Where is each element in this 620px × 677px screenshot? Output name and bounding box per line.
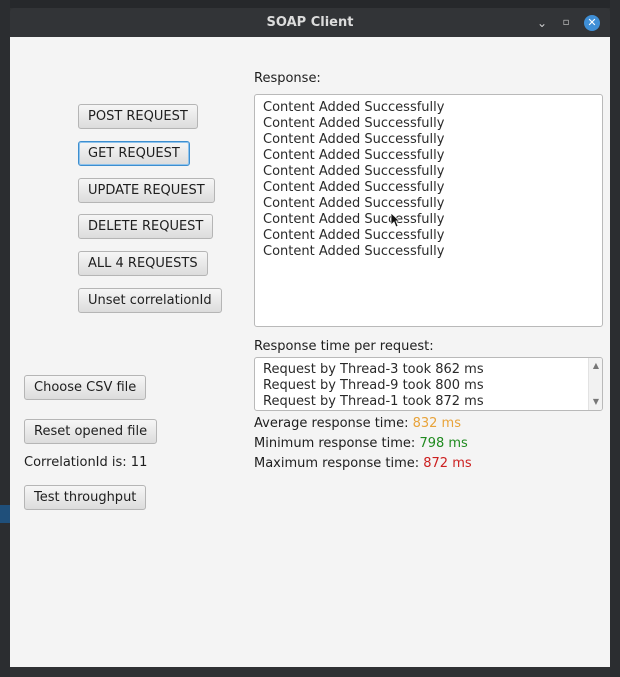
reset-file-button[interactable]: Reset opened file [24, 419, 158, 444]
timing-label: Response time per request: [254, 339, 434, 354]
maximum-time-row: Maximum response time: 872 ms [254, 456, 472, 471]
test-throughput-button[interactable]: Test throughput [24, 485, 147, 510]
minimum-time-value: 798 ms [419, 436, 468, 451]
average-time-row: Average response time: 832 ms [254, 416, 461, 431]
close-icon[interactable]: ✕ [584, 15, 600, 31]
timing-line: Request by Thread-1 took 872 ms [263, 394, 484, 409]
delete-request-button[interactable]: DELETE REQUEST [78, 214, 214, 239]
average-time-label: Average response time: [254, 416, 409, 431]
response-line: Content Added Successfully [263, 148, 445, 163]
timing-line: Request by Thread-9 took 800 ms [263, 378, 484, 393]
response-line: Content Added Successfully [263, 116, 445, 131]
maximize-icon[interactable]: ▫ [558, 15, 574, 31]
update-request-button[interactable]: UPDATE REQUEST [78, 178, 215, 203]
scroll-up-icon[interactable]: ▲ [589, 360, 602, 372]
response-line: Content Added Successfully [263, 180, 445, 195]
response-line: Content Added Successfully [263, 164, 445, 179]
response-line: Content Added Successfully [263, 212, 445, 227]
all-requests-button[interactable]: ALL 4 REQUESTS [78, 251, 208, 276]
maximum-time-value: 872 ms [423, 456, 472, 471]
window-title: SOAP Client [266, 15, 354, 30]
unset-correlation-button[interactable]: Unset correlationId [78, 288, 222, 313]
response-line: Content Added Successfully [263, 228, 445, 243]
client-area: POST REQUEST GET REQUEST UPDATE REQUEST … [10, 37, 610, 667]
timing-line: Request by Thread-3 took 862 ms [263, 362, 484, 377]
title-bar[interactable]: SOAP Client ⌄ ▫ ✕ [10, 8, 610, 37]
background-selection-band [0, 505, 10, 523]
response-line: Content Added Successfully [263, 244, 445, 259]
minimum-time-row: Minimum response time: 798 ms [254, 436, 468, 451]
correlation-id-label: CorrelationId is: 11 [24, 455, 148, 470]
minimize-icon[interactable]: ⌄ [534, 15, 550, 31]
response-line: Content Added Successfully [263, 196, 445, 211]
average-time-value: 832 ms [412, 416, 461, 431]
response-textarea[interactable]: Content Added Successfully Content Added… [254, 94, 603, 327]
scroll-down-icon[interactable]: ▼ [589, 396, 602, 408]
background-desktop-top [0, 0, 620, 8]
mouse-cursor-icon [390, 212, 400, 228]
post-request-button[interactable]: POST REQUEST [78, 104, 198, 129]
minimum-time-label: Minimum response time: [254, 436, 416, 451]
choose-csv-button[interactable]: Choose CSV file [24, 375, 147, 400]
response-line: Content Added Successfully [263, 100, 445, 115]
timing-textarea[interactable]: Request by Thread-3 took 862 ms Request … [254, 357, 603, 411]
maximum-time-label: Maximum response time: [254, 456, 420, 471]
get-request-button[interactable]: GET REQUEST [78, 141, 190, 166]
timing-scrollbar[interactable]: ▲ ▼ [588, 358, 602, 410]
background-window-left [0, 0, 10, 677]
background-window-right [610, 0, 620, 677]
response-line: Content Added Successfully [263, 132, 445, 147]
response-label: Response: [254, 71, 321, 86]
